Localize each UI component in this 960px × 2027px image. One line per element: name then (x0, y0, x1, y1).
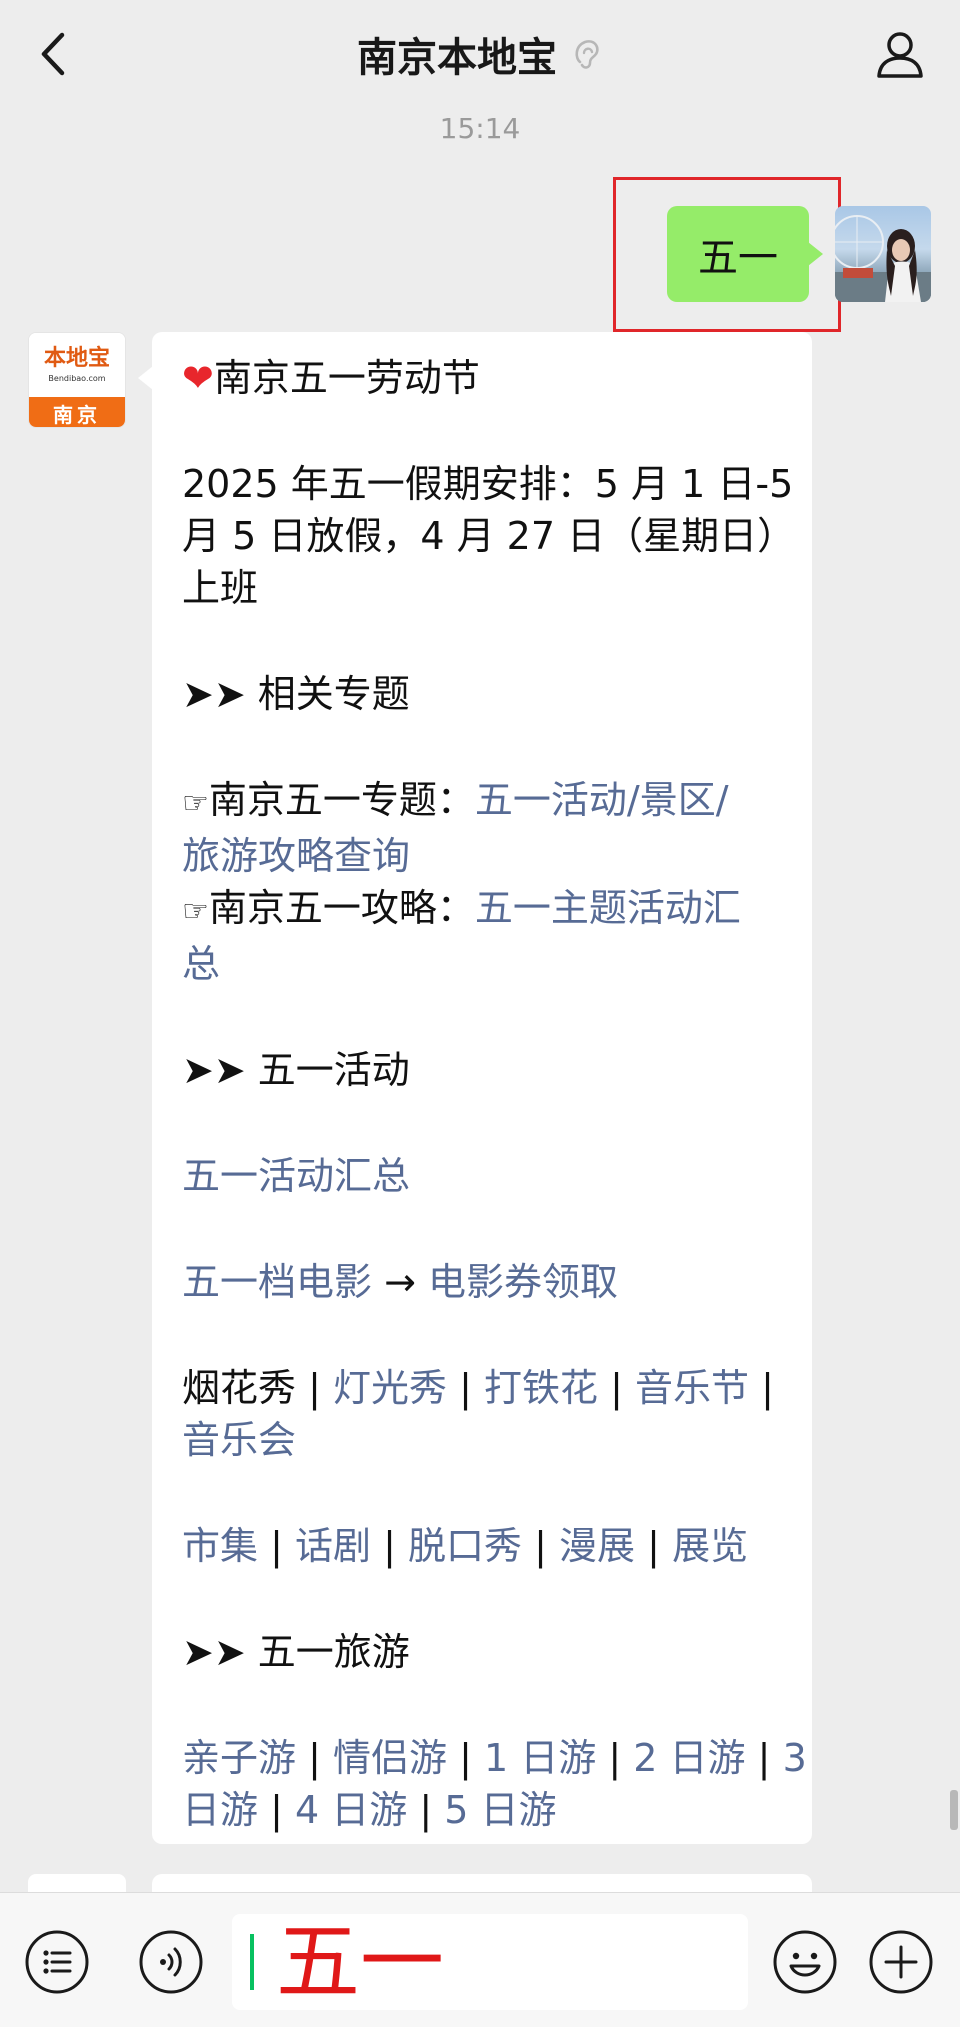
misc-link[interactable]: 话剧 (295, 1524, 371, 1568)
back-button[interactable] (28, 24, 78, 84)
holiday-text-line-2: 月 5 日放假，4 月 27 日（星期日） (182, 514, 796, 558)
show-link[interactable]: 打铁花 (484, 1366, 598, 1410)
article-title: ❤南京五一劳动节 (182, 356, 480, 400)
movie-coupon-link[interactable]: 电影券领取 (428, 1260, 618, 1304)
topic-row-2: ☞南京五一攻略：五一主题活动汇 (182, 886, 741, 930)
emoji-button[interactable] (772, 1929, 838, 1995)
tour-link[interactable]: 4 日游 (295, 1788, 407, 1832)
earpiece-mode-icon (575, 40, 599, 69)
user-avatar-image (835, 215, 931, 302)
topic-link-theme-events[interactable]: 五一主题活动汇 (475, 886, 741, 930)
tour-link[interactable]: 亲子游 (182, 1736, 296, 1780)
official-account-avatar[interactable]: 本地宝 Bendibao.com 南京 (28, 332, 126, 428)
person-icon (877, 32, 923, 78)
list-menu-icon (25, 1930, 89, 1994)
avatar-logo-text: 本地宝 (43, 345, 110, 371)
holiday-text-line-3: 上班 (182, 566, 259, 610)
chat-header: 南京本地宝 (0, 0, 960, 108)
tour-link[interactable]: 1 日游 (484, 1736, 596, 1780)
tour-link[interactable]: 3 (783, 1736, 807, 1780)
text-caret (250, 1934, 254, 1990)
bot-message-bubble: ❤南京五一劳动节 2025 年五一假期安排：5 月 1 日-5 月 5 日放假，… (138, 332, 812, 1844)
show-link[interactable]: 音乐节 (635, 1366, 749, 1410)
section-heading-activities: ➤➤ 五一活动 (182, 1048, 410, 1092)
more-actions-button[interactable] (868, 1929, 934, 1995)
tour-link[interactable]: 2 日游 (633, 1736, 745, 1780)
misc-link[interactable]: 市集 (182, 1524, 258, 1568)
menu-button[interactable] (24, 1929, 90, 1995)
heart-icon: ❤ (182, 356, 214, 400)
scrollbar-thumb[interactable] (950, 1790, 958, 1830)
chat-info-button[interactable] (868, 22, 932, 86)
misc-link[interactable]: 展览 (672, 1524, 748, 1568)
message-timestamp: 15:14 (439, 112, 521, 145)
smiley-icon (773, 1930, 837, 1994)
misc-link[interactable]: 漫展 (559, 1524, 635, 1568)
message-input[interactable]: 五一 (232, 1914, 748, 2010)
avatar-city-label: 南京 (29, 397, 125, 427)
pointing-hand-icon: ☞ (182, 786, 209, 821)
fireworks-text: 烟花秀 (182, 1366, 297, 1410)
user-message-bubble[interactable]: 五一 (667, 206, 823, 302)
user-message-text: 五一 (698, 235, 778, 281)
topic-row-1: ☞南京五一专题：五一活动/景区/ (182, 778, 729, 822)
message-input-text: 五一 (276, 1913, 445, 2011)
show-link[interactable]: 音乐会 (182, 1418, 296, 1462)
holiday-text-line-1: 2025 年五一假期安排：5 月 1 日-5 (182, 462, 794, 506)
pointing-hand-icon: ☞ (182, 894, 209, 929)
message-input-bar: 五一 (0, 1892, 960, 2027)
section-heading-travel: ➤➤ 五一旅游 (182, 1630, 410, 1674)
avatar-logo-subtitle: Bendibao.com (48, 373, 106, 383)
user-avatar[interactable] (835, 206, 931, 302)
tour-link[interactable]: 5 日游 (444, 1788, 556, 1832)
arrow-text: → (384, 1260, 416, 1304)
movie-link[interactable]: 五一档电影 (182, 1260, 372, 1304)
activities-summary-link[interactable]: 五一活动汇总 (182, 1154, 410, 1198)
topic-link-theme-events-cont[interactable]: 总 (182, 942, 220, 986)
misc-link[interactable]: 脱口秀 (408, 1524, 522, 1568)
voice-input-button[interactable] (138, 1929, 204, 1995)
chat-title: 南京本地宝 (357, 35, 557, 81)
tour-link[interactable]: 情侣游 (333, 1736, 447, 1780)
show-link[interactable]: 灯光秀 (333, 1366, 447, 1410)
chevron-left-icon (41, 32, 65, 76)
tour-link[interactable]: 日游 (182, 1788, 258, 1832)
topic-link-activities[interactable]: 五一活动/景区/ (475, 778, 729, 822)
section-heading-topics: ➤➤ 相关专题 (182, 672, 410, 716)
topic-link-travel-guide[interactable]: 旅游攻略查询 (182, 834, 410, 878)
voice-icon (139, 1930, 203, 1994)
plus-circle-icon (869, 1930, 933, 1994)
